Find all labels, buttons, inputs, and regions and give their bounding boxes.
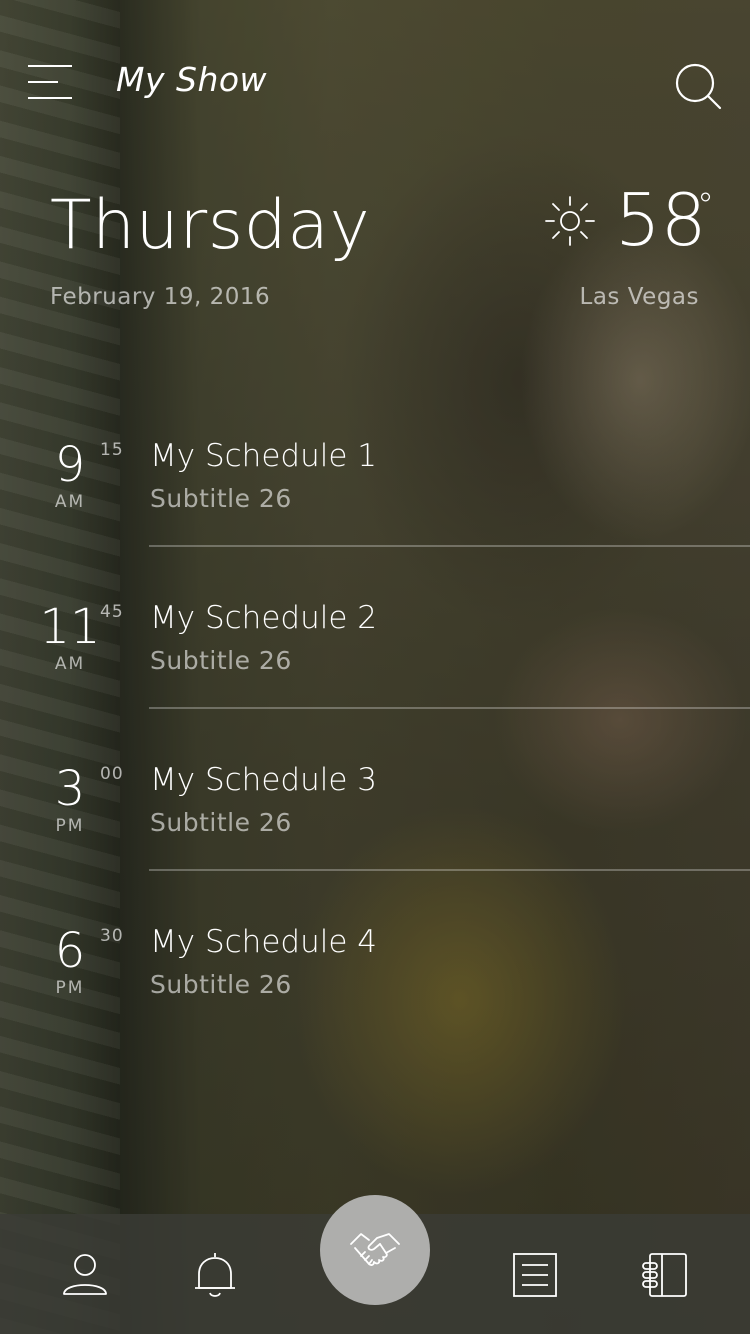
divider xyxy=(149,869,750,871)
schedule-title: My Schedule 1 xyxy=(150,438,377,474)
schedule-ampm: AM xyxy=(54,492,86,512)
schedule-ampm: PM xyxy=(55,978,85,998)
book-icon[interactable] xyxy=(639,1250,691,1302)
bell-icon[interactable] xyxy=(189,1250,241,1302)
schedule-hour: 6 xyxy=(54,923,86,979)
menu-icon[interactable] xyxy=(28,64,72,102)
schedule-hour: 11 xyxy=(39,599,101,655)
menu-line xyxy=(28,97,72,99)
schedule-minute: 15 xyxy=(100,440,124,460)
schedule-title: My Schedule 2 xyxy=(150,600,377,636)
schedule-hour: 3 xyxy=(54,761,86,817)
search-icon[interactable] xyxy=(672,60,724,112)
divider xyxy=(149,707,750,709)
schedule-subtitle: Subtitle 26 xyxy=(150,484,292,513)
schedule-subtitle: Subtitle 26 xyxy=(150,808,292,837)
schedule-minute: 30 xyxy=(100,926,124,946)
schedule-hour: 9 xyxy=(54,437,86,493)
sun-icon xyxy=(542,193,598,249)
degree-symbol: ° xyxy=(697,186,714,226)
schedule-item[interactable]: 11 45 AM My Schedule 2 Subtitle 26 xyxy=(0,598,750,760)
list-icon[interactable] xyxy=(509,1250,561,1302)
handshake-button[interactable] xyxy=(320,1195,430,1305)
schedule-subtitle: Subtitle 26 xyxy=(150,646,292,675)
temperature-value: 58 xyxy=(615,178,707,262)
date-label: February 19, 2016 xyxy=(50,284,271,310)
profile-icon[interactable] xyxy=(59,1250,111,1302)
schedule-ampm: AM xyxy=(54,654,86,674)
app-title: My Show xyxy=(116,60,268,99)
schedule-ampm: PM xyxy=(55,816,85,836)
schedule-item[interactable]: 3 00 PM My Schedule 3 Subtitle 26 xyxy=(0,760,750,922)
schedule-minute: 45 xyxy=(100,602,124,622)
day-name: Thursday xyxy=(50,186,371,265)
schedule-subtitle: Subtitle 26 xyxy=(150,970,292,999)
schedule-item[interactable]: 9 15 AM My Schedule 1 Subtitle 26 xyxy=(0,436,750,598)
menu-line xyxy=(28,81,58,83)
city-label: Las Vegas xyxy=(579,284,699,310)
menu-line xyxy=(28,65,72,67)
schedule-title: My Schedule 3 xyxy=(150,762,377,798)
divider xyxy=(149,545,750,547)
handshake-icon xyxy=(350,1233,400,1266)
schedule-title: My Schedule 4 xyxy=(150,924,377,960)
schedule-item[interactable]: 6 30 PM My Schedule 4 Subtitle 26 xyxy=(0,922,750,1084)
schedule-minute: 00 xyxy=(100,764,124,784)
